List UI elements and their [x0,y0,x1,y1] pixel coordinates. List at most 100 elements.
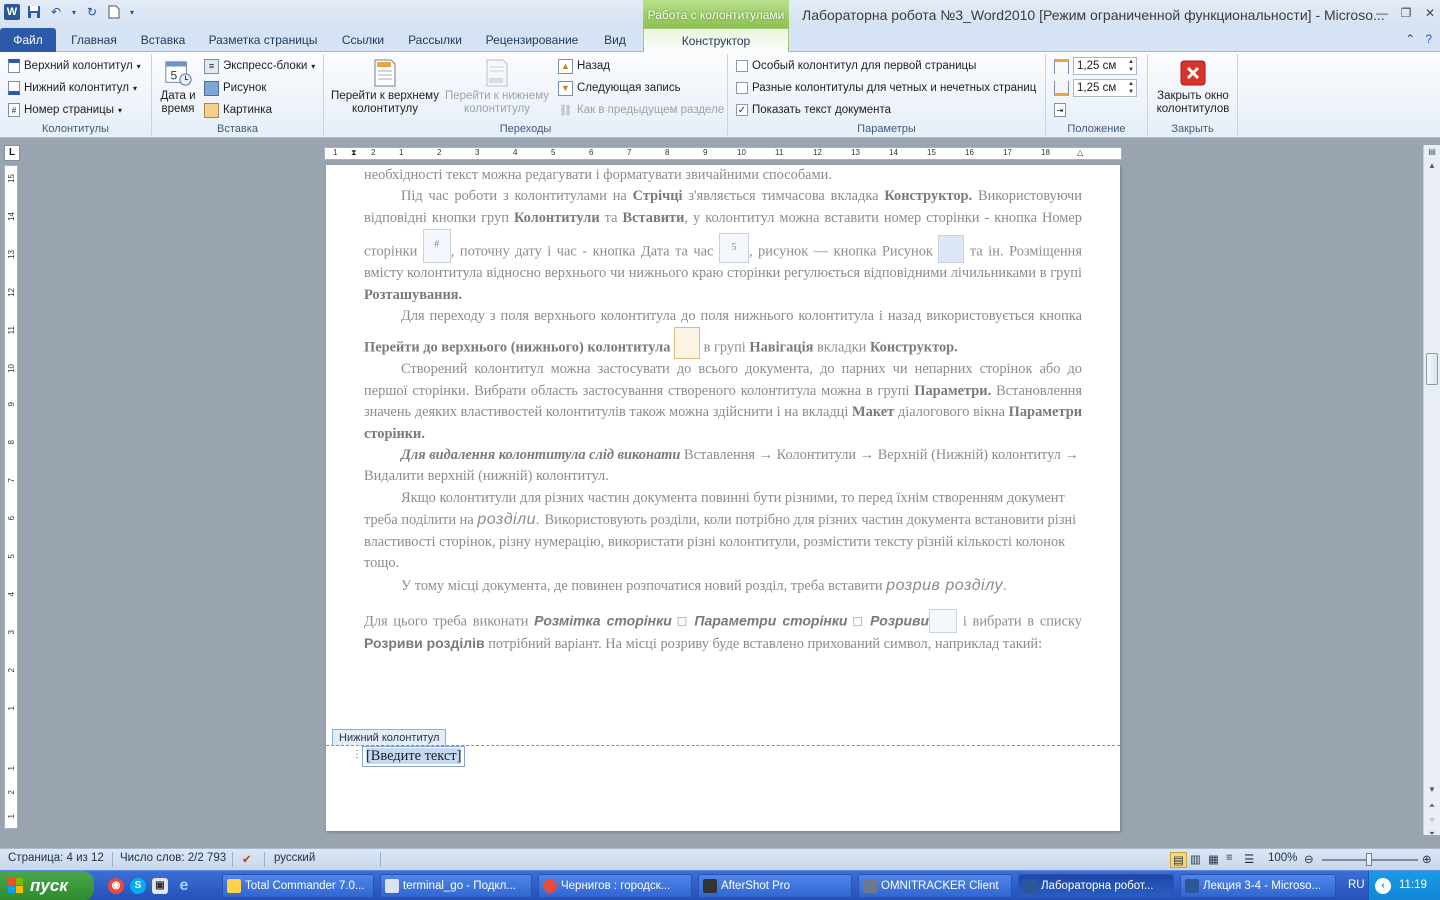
picture-button[interactable]: Рисунок [204,78,266,98]
quick-parts-icon: ≡ [204,58,219,74]
browse-object-icon[interactable]: ○ [1426,815,1438,827]
header-position-input[interactable]: 1,25 см [1073,57,1137,75]
next-page-icon[interactable]: ⏷ [1426,829,1438,841]
ruler-toggle-icon[interactable]: ▤ [1426,147,1438,159]
help-icon[interactable]: ? [1425,32,1432,46]
odd-even-checkbox[interactable] [736,82,748,94]
zoom-level[interactable]: 100% [1268,852,1297,864]
clock[interactable]: 11:19 [1399,879,1427,891]
tab-mailings[interactable]: Рассылки [400,28,470,52]
task-terminal[interactable]: terminal_go - Подкл... [380,874,532,898]
show-text-option[interactable]: ✓ Показать текст документа [736,100,891,120]
text-run: Розмітка сторінки □ Параметри сторінки □… [534,612,930,629]
language[interactable]: русский [274,852,315,864]
indent-marker-icon[interactable]: ⧗ [351,148,357,158]
redo-icon[interactable]: ↻ [84,4,100,20]
undo-icon[interactable]: ↶ [48,4,64,20]
task-word-lecture[interactable]: Лекция 3-4 - Microso... [1180,874,1336,898]
previous-button[interactable]: ▲ Назад [558,56,610,76]
page-number-button[interactable]: # Номер страницы ▾ [8,100,122,120]
goto-footer-button[interactable]: Перейти к нижнему колонтитулу [442,58,552,116]
first-page-option[interactable]: Особый колонтитул для первой страницы [736,56,976,76]
show-text-checkbox[interactable]: ✓ [736,104,748,116]
word-count[interactable]: Число слов: 2/2 793 [120,852,226,864]
task-total-commander[interactable]: Total Commander 7.0... [222,874,374,898]
close-window-button[interactable]: ✕ [1418,4,1440,22]
scroll-up-icon[interactable]: ▲ [1426,161,1438,173]
vertical-ruler[interactable]: 15 14 13 12 11 10 9 8 7 6 5 4 3 2 1 1 2 … [4,165,18,829]
title-bar: W ↶ ▾ ↻ ▾ Работа с колонтитулами Лаборат… [0,0,1440,28]
undo-dropdown-icon[interactable]: ▾ [70,4,78,20]
quick-parts-button[interactable]: ≡ Экспресс-блоки ▾ [204,56,315,76]
tab-file[interactable]: Файл [0,28,56,52]
odd-even-option[interactable]: Разные колонтитулы для четных и нечетных… [736,78,1036,98]
system-tray: ‹ 11:19 [1368,871,1440,900]
insert-alignment-tab-button[interactable]: ⇥ [1054,100,1066,120]
footer-position-input[interactable]: 1,25 см [1073,79,1137,97]
link-previous-button[interactable]: ⛓ Как в предыдущем разделе [558,100,725,120]
goto-header-button[interactable]: Перейти к верхнему колонтитулу [330,58,440,116]
outline-icon[interactable]: ≡ [1226,852,1233,864]
first-page-checkbox[interactable] [736,60,748,72]
footer-button[interactable]: Нижний колонтитул ▾ [8,78,137,98]
device-icon[interactable]: ▣ [152,878,168,894]
zoom-slider-thumb[interactable] [1366,853,1372,866]
start-button[interactable]: пуск [0,871,94,900]
save-icon[interactable] [26,4,42,20]
tab-selector-button[interactable]: L [4,145,20,161]
scroll-thumb[interactable] [1426,353,1438,385]
zoom-in-icon[interactable]: ⊕ [1422,852,1432,866]
footer-handle-icon[interactable]: ⋮ [352,749,362,763]
previous-icon: ▲ [558,58,573,74]
task-aftershot[interactable]: AfterShot Pro [698,874,852,898]
tab-insert[interactable]: Вставка [132,28,194,52]
camera-icon [703,879,717,893]
footer-text-field[interactable]: [Введите текст] [362,746,466,767]
date-time-button[interactable]: 5 Дата и время [158,58,198,116]
tab-design[interactable]: Конструктор [643,28,789,53]
minimize-button[interactable]: — [1370,4,1394,22]
scroll-down-icon[interactable]: ▼ [1426,785,1438,797]
new-document-icon[interactable] [106,4,122,20]
word-logo-icon[interactable]: W [4,4,20,20]
task-omnitracker[interactable]: OMNITRACKER Client [858,874,1012,898]
chrome-icon[interactable]: ◉ [108,878,124,894]
document-page[interactable]: необхідності текст можна редагувати і фо… [326,165,1120,831]
vertical-scrollbar[interactable]: ▤ ▲ ▼ ⏶ ○ ⏷ [1423,145,1440,838]
page-count[interactable]: Страница: 4 из 12 [8,852,104,864]
tab-home[interactable]: Главная [62,28,126,52]
horizontal-ruler[interactable]: 1 ⧗ 2 1 2 3 4 5 6 7 8 9 10 11 12 13 14 1… [324,147,1122,160]
document-body[interactable]: необхідності текст можна редагувати і фо… [364,165,1082,655]
tray-expand-icon[interactable]: ‹ [1375,878,1391,894]
language-indicator[interactable]: RU [1348,879,1365,891]
footer-position-icon [1054,80,1069,96]
right-indent-marker-icon[interactable]: △ [1077,148,1083,157]
next-button[interactable]: ▼ Следующая запись [558,78,681,98]
tab-view[interactable]: Вид [594,28,636,52]
tab-references[interactable]: Ссылки [332,28,394,52]
group-label: Параметры [857,123,916,135]
skype-icon[interactable]: S [130,878,146,894]
text-run: Для цього треба виконати [364,613,535,630]
tab-page-layout[interactable]: Разметка страницы [200,28,326,52]
svg-text:5: 5 [171,69,178,83]
proofing-icon[interactable]: ✔ [242,852,252,866]
ie-icon[interactable]: e [176,878,192,894]
previous-page-icon[interactable]: ⏶ [1426,801,1438,813]
task-chrome[interactable]: Чернигов : городск... [538,874,692,898]
customize-toolbar-icon[interactable]: ▾ [128,4,136,20]
clipart-button[interactable]: Картинка [204,100,272,120]
task-word-lab[interactable]: Лабораторна робот... [1018,874,1174,898]
ruler-mark: 7 [7,478,16,483]
close-header-footer-button[interactable]: Закрыть окно колонтитулов [1150,58,1236,116]
restore-button[interactable]: ❐ [1394,4,1418,22]
group-insert: 5 Дата и время ≡ Экспресс-блоки ▾ Рисунок… [152,54,324,136]
header-button[interactable]: Верхний колонтитул ▾ [8,56,141,76]
print-layout-icon[interactable]: ▤ [1170,852,1187,868]
web-layout-icon[interactable]: ▦ [1208,852,1219,866]
minimize-ribbon-icon[interactable]: ⌃ [1405,32,1415,46]
zoom-out-icon[interactable]: ⊖ [1304,852,1314,866]
full-screen-reading-icon[interactable]: ▥ [1190,852,1201,866]
draft-icon[interactable]: ☰ [1244,852,1254,866]
tab-review[interactable]: Рецензирование [476,28,588,52]
